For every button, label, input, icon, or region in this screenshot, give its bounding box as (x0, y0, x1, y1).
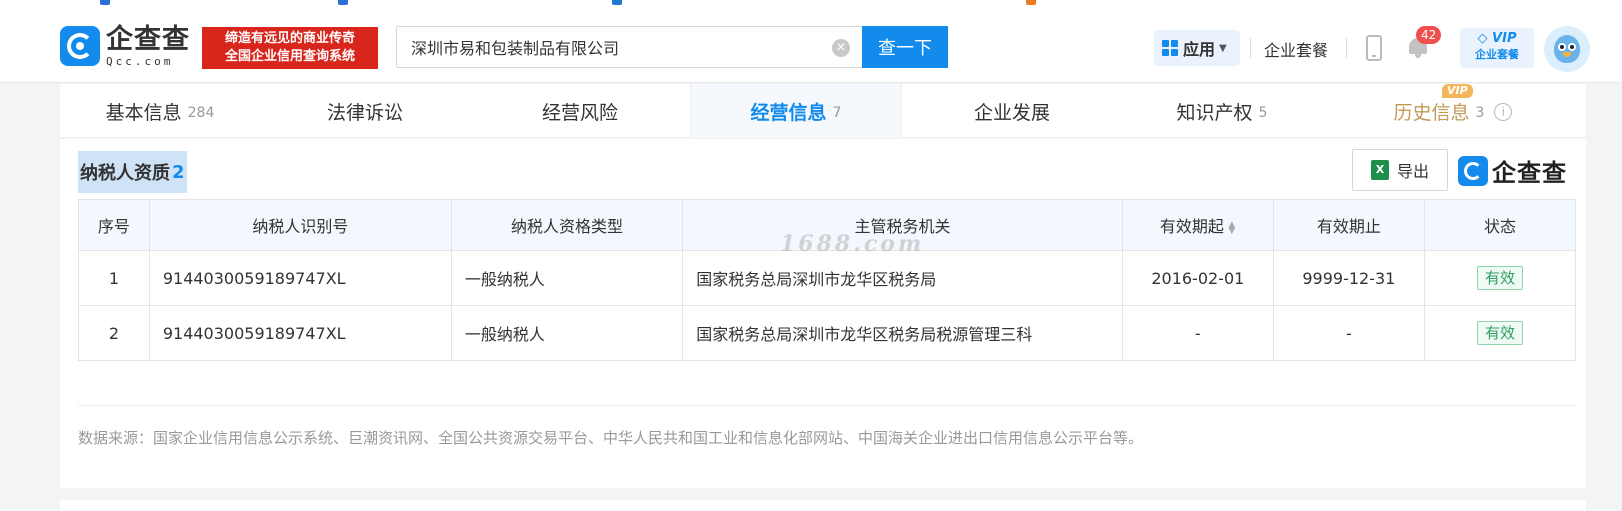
cell-status: 有效 (1423, 250, 1577, 306)
header-divider (1346, 38, 1347, 58)
cell-taxpayer-id: 9144030059189747XL (148, 250, 452, 306)
qcc-logo-icon (1458, 155, 1488, 186)
chevron-down-icon: ▼ (1219, 42, 1227, 54)
tab-legal[interactable]: 法律诉讼 (260, 84, 470, 138)
vip-button[interactable]: ◇ VIP 企业套餐 (1460, 28, 1534, 68)
sort-icon[interactable]: ▲ ▼ (1228, 220, 1236, 235)
col-header-valid-to: 有效期止 (1272, 199, 1425, 251)
tab-label: 企业发展 (973, 101, 1050, 124)
tab-history[interactable]: VIP 历史信息 3 i (1322, 84, 1584, 138)
header-divider (1250, 38, 1251, 58)
col-header-valid-from[interactable]: 有效期起 ▲ ▼ (1121, 199, 1274, 251)
watermark-text: 1688.com (780, 231, 925, 257)
col-header-qualification-type: 纳税人资格类型 (450, 199, 684, 251)
mobile-app-icon[interactable] (1366, 35, 1382, 61)
cell-valid-from: - (1121, 305, 1274, 361)
cell-qualification-type: 一般纳税人 (450, 250, 684, 306)
export-label: 导出 (1396, 162, 1429, 181)
excel-icon: X (1370, 160, 1389, 180)
tab-label: 知识产权 (1176, 101, 1253, 124)
logo-cn-text: 企查查 (106, 23, 190, 55)
info-icon[interactable]: i (1494, 103, 1513, 121)
tab-business-info[interactable]: 经营信息 7 (690, 84, 902, 138)
vip-tag: VIP (1442, 84, 1473, 98)
diamond-icon: ◇ (1477, 31, 1488, 46)
cell-tax-authority: 国家税务总局深圳市龙华区税务局税源管理三科 (682, 305, 1123, 361)
status-badge: 有效 (1476, 321, 1523, 345)
qcc-logo-icon (60, 26, 100, 66)
next-card-edge (60, 500, 1586, 511)
taxpayer-table: 序号 纳税人识别号 纳税人资格类型 主管税务机关 有效期起 ▲ ▼ 有效期止 状态 … (78, 199, 1577, 361)
col-header-status: 状态 (1423, 199, 1577, 251)
data-source-note: 数据来源：国家企业信用信息公示系统、巨潮资讯网、全国公共资源交易平台、中华人民共… (78, 429, 1144, 447)
site-header: 企查查 Qcc.com 缔造有远见的商业传奇 全国企业信用查询系统 × 查一下 … (0, 6, 1622, 83)
slogan-line-2: 全国企业信用查询系统 (224, 49, 355, 64)
cell-index: 2 (78, 305, 150, 361)
slogan-banner: 缔造有远见的商业传奇 全国企业信用查询系统 (202, 27, 378, 69)
company-tabs: 基本信息 284 法律诉讼 经营风险 经营信息 7 企业发展 知识产权 5 VI… (60, 84, 1586, 138)
cell-index: 1 (78, 250, 150, 306)
tab-business-risk[interactable]: 经营风险 (470, 84, 690, 138)
slogan-line-1: 缔造有远见的商业传奇 (224, 31, 355, 46)
tab-label: 基本信息 (105, 101, 182, 124)
apps-label: 应用 (1183, 40, 1216, 59)
tab-ip[interactable]: 知识产权 5 (1122, 84, 1322, 138)
user-avatar[interactable] (1544, 26, 1590, 72)
export-button[interactable]: X 导出 (1352, 149, 1448, 191)
clear-icon[interactable]: × (832, 39, 850, 57)
cell-qualification-type: 一般纳税人 (450, 305, 684, 361)
qcc-logo[interactable]: 企查查 Qcc.com (60, 24, 190, 68)
tab-count: 5 (1258, 105, 1268, 121)
valid-from-label: 有效期起 (1159, 217, 1224, 236)
apps-grid-icon (1162, 40, 1178, 56)
vip-label: VIP (1492, 31, 1517, 46)
notification-badge: 42 (1416, 26, 1442, 44)
section-count: 2 (172, 161, 185, 183)
cell-valid-from: 2016-02-01 (1121, 250, 1274, 306)
logo-en-text: Qcc.com (106, 54, 174, 68)
tab-count: 7 (832, 105, 842, 121)
section-title-text: 纳税人资质 (80, 163, 170, 184)
tab-label: 历史信息 (1393, 101, 1470, 124)
cell-valid-to: 9999-12-31 (1272, 250, 1425, 306)
col-header-taxpayer-id: 纳税人识别号 (148, 199, 452, 251)
tab-label: 经营风险 (541, 101, 618, 124)
brand-text: 企查查 (1492, 159, 1567, 187)
apps-menu-button[interactable]: 应用 ▼ (1154, 30, 1240, 66)
cell-tax-authority: 国家税务总局深圳市龙华区税务局 (682, 250, 1123, 306)
search-box: × (396, 26, 862, 68)
col-header-index: 序号 (78, 199, 150, 251)
divider (78, 405, 1576, 406)
cell-status: 有效 (1423, 305, 1577, 361)
search-button[interactable]: 查一下 (862, 26, 948, 68)
qcc-brand-mark: 企查查 (1458, 153, 1567, 188)
tab-basic-info[interactable]: 基本信息 284 (60, 84, 260, 138)
search-input[interactable] (411, 37, 831, 57)
tab-count: 284 (187, 105, 215, 121)
section-title: 纳税人资质 2 (78, 151, 187, 193)
taxpayer-qualification-card: 纳税人资质 2 X 导出 企查查 序号 纳税人识别号 纳税人资格类型 主管税务机… (60, 139, 1586, 488)
status-badge: 有效 (1476, 266, 1523, 290)
tab-label: 经营信息 (750, 101, 827, 124)
table-row: 2 9144030059189747XL 一般纳税人 国家税务总局深圳市龙华区税… (78, 305, 1577, 361)
table-row: 1 9144030059189747XL 一般纳税人 国家税务总局深圳市龙华区税… (78, 250, 1577, 306)
cell-valid-to: - (1272, 305, 1425, 361)
enterprise-package-link[interactable]: 企业套餐 (1264, 37, 1328, 61)
vip-sub-label: 企业套餐 (1475, 48, 1519, 61)
tab-development[interactable]: 企业发展 (902, 84, 1122, 138)
cell-taxpayer-id: 9144030059189747XL (148, 305, 452, 361)
tab-label: 法律诉讼 (326, 101, 403, 124)
tab-count: 3 (1475, 105, 1485, 121)
